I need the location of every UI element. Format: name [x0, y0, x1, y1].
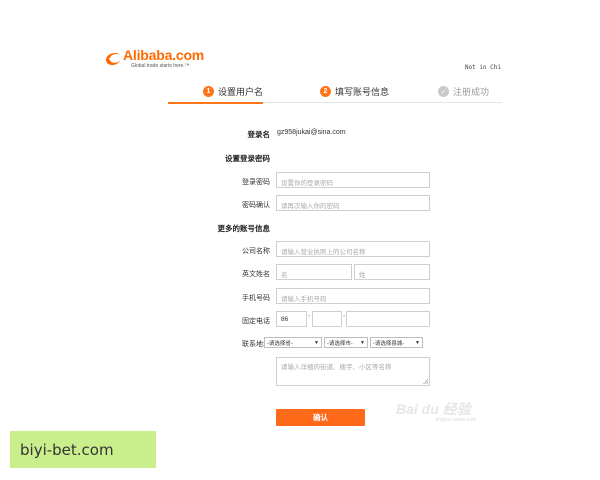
- step-number: 1: [203, 86, 214, 97]
- landline-label: 固定电话: [242, 318, 270, 325]
- province-value: -请选择省-: [267, 341, 293, 347]
- chevron-down-icon: ▼: [314, 340, 319, 346]
- more-info-section-title: 更多的账号信息: [217, 224, 271, 233]
- phone-area-input[interactable]: [312, 311, 342, 327]
- baidu-watermark-url: jingyan.baidu.com: [436, 417, 477, 423]
- step-fill-info: 2 填写账号信息: [320, 85, 389, 98]
- district-value: -请选择县城-: [373, 341, 405, 347]
- address-label: 联系地址: [242, 341, 270, 348]
- login-name-label: 登录名: [247, 130, 271, 139]
- alibaba-logo[interactable]: Alibaba.com Global trade starts here.™: [103, 46, 205, 69]
- ad-text: biyi-bet.com: [20, 440, 114, 459]
- company-input[interactable]: 请输入营业执照上的公司名称: [276, 241, 430, 257]
- step-label: 填写账号信息: [335, 87, 390, 97]
- phone-country-input[interactable]: 86: [276, 311, 307, 327]
- address-detail-textarea[interactable]: 请输入详细的街道、楼宇、小区等名称: [276, 357, 430, 386]
- registration-steps: 1 设置用户名 2 填写账号信息 ✓ 注册成功: [168, 80, 502, 104]
- confirm-password-input[interactable]: 请再次输入你的密码: [276, 195, 430, 211]
- alibaba-e-icon: [106, 52, 120, 66]
- city-select[interactable]: -请选择市- ▼: [324, 337, 368, 348]
- province-select[interactable]: -请选择省- ▼: [264, 337, 322, 348]
- phone-separator: -: [343, 313, 346, 320]
- step-number: 2: [320, 86, 331, 97]
- baidu-watermark: Bai du 经验: [396, 401, 471, 417]
- step-set-username: 1 设置用户名: [203, 85, 263, 98]
- brand-tagline: Global trade starts here.™: [131, 63, 190, 69]
- check-icon: ✓: [438, 86, 449, 97]
- confirm-password-label: 密码确认: [242, 202, 270, 209]
- mobile-label: 手机号码: [242, 295, 270, 302]
- last-name-input[interactable]: 姓: [354, 264, 430, 280]
- password-label: 登录密码: [242, 179, 270, 186]
- ad-banner[interactable]: biyi-bet.com: [10, 431, 156, 468]
- login-name-value: gz958jukai@sina.com: [277, 129, 346, 136]
- step-progress-bar: [168, 102, 263, 104]
- district-select[interactable]: -请选择县城- ▼: [370, 337, 423, 348]
- phone-number-input[interactable]: [346, 311, 430, 327]
- step-label: 设置用户名: [218, 87, 264, 97]
- password-section-title: 设置登录密码: [225, 154, 270, 163]
- address-placeholder: 请输入详细的街道、楼宇、小区等名称: [281, 364, 392, 371]
- chevron-down-icon: ▼: [415, 340, 420, 346]
- chevron-down-icon: ▼: [360, 340, 365, 346]
- confirm-button[interactable]: 确认: [276, 409, 365, 426]
- english-name-label: 英文姓名: [242, 271, 270, 278]
- phone-separator: -: [308, 313, 311, 320]
- password-input[interactable]: 设置你的登录密码: [276, 172, 430, 188]
- brand-wordmark: Alibaba.com: [123, 47, 205, 63]
- step-success: ✓ 注册成功: [438, 85, 489, 98]
- mobile-input[interactable]: 请输入手机号码: [276, 288, 430, 304]
- city-value: -请选择市-: [327, 341, 353, 347]
- first-name-input[interactable]: 名: [276, 264, 352, 280]
- step-label: 注册成功: [453, 87, 490, 97]
- company-label: 公司名称: [242, 248, 270, 255]
- not-you-link[interactable]: Not in Chi: [465, 64, 501, 71]
- resize-handle-icon[interactable]: [423, 379, 428, 384]
